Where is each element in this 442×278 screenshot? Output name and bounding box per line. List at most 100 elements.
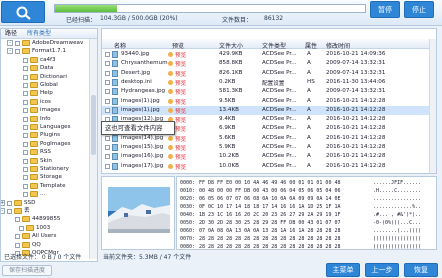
- preview-eye-icon[interactable]: [168, 89, 173, 95]
- tree-scroll-thumb[interactable]: [91, 95, 96, 155]
- tree-checkbox[interactable]: [15, 217, 20, 223]
- file-row[interactable]: desktop.ini 预览 0.2KB 配置设置 HS 2016-11-30 13:44…: [102, 78, 436, 87]
- file-row[interactable]: images(1).jpg 预览 13.4KB ACDSee Pr... A 2016-1…: [102, 105, 436, 115]
- restore-button[interactable]: 恢复: [404, 263, 438, 277]
- tree-expander[interactable]: -: [7, 40, 13, 46]
- preview-link[interactable]: 预览: [175, 60, 186, 68]
- file-checkbox[interactable]: [105, 61, 110, 67]
- tree-checkbox[interactable]: [23, 141, 28, 147]
- tree-expander[interactable]: -: [7, 48, 13, 55]
- pause-button[interactable]: 暂停: [370, 1, 400, 18]
- hex-offset: 0070:: [180, 236, 196, 242]
- file-type: ACDSee Pr...: [262, 144, 297, 150]
- file-checkbox[interactable]: [105, 163, 110, 169]
- tree-checkbox[interactable]: [23, 91, 28, 97]
- file-row[interactable]: images(1).jpg 预览 9.5KB ACDSee Pr... A 2016-10…: [102, 97, 436, 106]
- preview-eye-icon[interactable]: [168, 70, 173, 76]
- tree-expander[interactable]: +: [1, 199, 5, 206]
- folder-icon: [30, 140, 38, 147]
- file-checkbox[interactable]: [105, 98, 110, 104]
- preview-link[interactable]: 预览: [175, 153, 186, 161]
- file-row[interactable]: images(15).jpg 预览 5.9KB ACDSee Pr... A 2016-1…: [102, 143, 436, 152]
- preview-eye-icon[interactable]: [168, 163, 173, 169]
- tree-checkbox[interactable]: [23, 116, 28, 122]
- preview-link[interactable]: 预览: [175, 163, 186, 171]
- main-menu-button[interactable]: 主菜单: [326, 263, 360, 277]
- tree-checkbox[interactable]: [23, 158, 28, 164]
- preview-link[interactable]: 预览: [175, 79, 186, 87]
- stop-button[interactable]: 停止: [404, 1, 434, 18]
- tree-scrollbar[interactable]: [89, 39, 97, 259]
- tree-checkbox[interactable]: [23, 57, 28, 63]
- tree-checkbox[interactable]: [15, 242, 20, 248]
- tab-all-types[interactable]: 所有类型: [27, 30, 51, 37]
- preview-link[interactable]: 预览: [175, 125, 186, 133]
- tree-checkbox[interactable]: [15, 41, 20, 46]
- tree-checkbox[interactable]: [23, 99, 28, 105]
- tree-checkbox[interactable]: [23, 83, 28, 88]
- preview-eye-icon[interactable]: [168, 135, 173, 141]
- tree-checkbox[interactable]: [23, 74, 28, 80]
- file-checkbox[interactable]: [105, 79, 110, 85]
- preview-eye-icon[interactable]: [168, 52, 173, 57]
- tree-checkbox[interactable]: [23, 125, 28, 130]
- file-checkbox[interactable]: [105, 135, 110, 141]
- file-checkbox[interactable]: [105, 145, 110, 150]
- tree-checkbox[interactable]: [23, 66, 28, 72]
- tree-checkbox[interactable]: [23, 192, 28, 198]
- tree-expander[interactable]: -: [1, 208, 5, 214]
- file-checkbox[interactable]: [105, 89, 110, 95]
- file-checkbox[interactable]: [105, 107, 110, 113]
- file-row[interactable]: Hydrangeas.jpg 预览 581.3KB ACDSee Pr... A 2009…: [102, 87, 436, 96]
- file-row[interactable]: images(14).jpg 预览 5.6KB ACDSee Pr... A 2016-1…: [102, 134, 436, 143]
- preview-link[interactable]: 预览: [175, 98, 186, 106]
- preview-eye-icon[interactable]: [168, 107, 173, 113]
- file-row[interactable]: images(17).jpg 预览 10.0KB ACDSee Pr... A 2016-…: [102, 162, 436, 171]
- tree-checkbox[interactable]: [15, 234, 20, 240]
- col-type[interactable]: 文件类型: [262, 41, 286, 50]
- preview-link[interactable]: 预览: [175, 116, 186, 124]
- save-progress-button[interactable]: 保存扫描进度: [2, 265, 52, 276]
- col-name[interactable]: 名称: [114, 41, 126, 50]
- preview-eye-icon[interactable]: [168, 145, 173, 150]
- tree-checkbox[interactable]: [23, 108, 28, 114]
- file-row[interactable]: 93440.jpg 预览 429.9KB ACDSee Pr... A 2016-10-2…: [102, 50, 436, 59]
- file-checkbox[interactable]: [105, 52, 110, 57]
- search-button[interactable]: [1, 1, 45, 23]
- tree-checkbox[interactable]: [23, 150, 28, 156]
- file-checkbox[interactable]: [105, 70, 110, 76]
- file-row[interactable]: images(16).jpg 预览 10.2KB ACDSee Pr... A 2016-…: [102, 152, 436, 161]
- preview-link[interactable]: 预览: [175, 144, 186, 152]
- file-attr: HS: [307, 78, 315, 85]
- preview-eye-icon[interactable]: [168, 154, 173, 160]
- tree-checkbox[interactable]: [23, 133, 28, 139]
- hex-bytes: 06 05 06 07 07 06 08 0A 10 0A 0A 09 09 0…: [199, 196, 341, 202]
- tree-checkbox[interactable]: [7, 200, 12, 206]
- tree-checkbox[interactable]: [15, 49, 20, 55]
- tab-path[interactable]: 路径: [5, 30, 17, 37]
- file-list-scrollbar[interactable]: [429, 39, 436, 173]
- preview-link[interactable]: 预览: [175, 88, 186, 96]
- file-row[interactable]: Chrysanthemum... 预览 858.8KB ACDSee Pr... A 20…: [102, 59, 436, 68]
- preview-eye-icon[interactable]: [168, 79, 173, 85]
- file-checkbox[interactable]: [105, 154, 110, 160]
- preview-link[interactable]: 预览: [175, 135, 186, 143]
- preview-link[interactable]: 预览: [175, 107, 186, 115]
- col-preview[interactable]: 预览: [172, 41, 184, 50]
- tree-checkbox[interactable]: [23, 175, 28, 181]
- tree-checkbox[interactable]: [7, 209, 12, 214]
- folder-icon: [30, 65, 38, 72]
- col-size[interactable]: 文件大小: [219, 41, 243, 50]
- preview-link[interactable]: 预览: [175, 70, 186, 78]
- tree-checkbox[interactable]: [23, 167, 28, 172]
- tree-checkbox[interactable]: [19, 225, 24, 231]
- previous-step-button[interactable]: 上一步: [365, 263, 399, 277]
- file-size: 858.8KB: [219, 60, 243, 67]
- file-attr: A: [307, 153, 311, 160]
- preview-link[interactable]: 预览: [175, 51, 186, 59]
- col-modified[interactable]: 修改时间: [326, 41, 350, 50]
- file-row[interactable]: Desert.jpg 预览 826.1KB ACDSee Pr... A 2009-07-…: [102, 69, 436, 78]
- preview-eye-icon[interactable]: [168, 98, 173, 104]
- col-attr[interactable]: 属性: [305, 41, 317, 50]
- tree-checkbox[interactable]: [23, 183, 28, 189]
